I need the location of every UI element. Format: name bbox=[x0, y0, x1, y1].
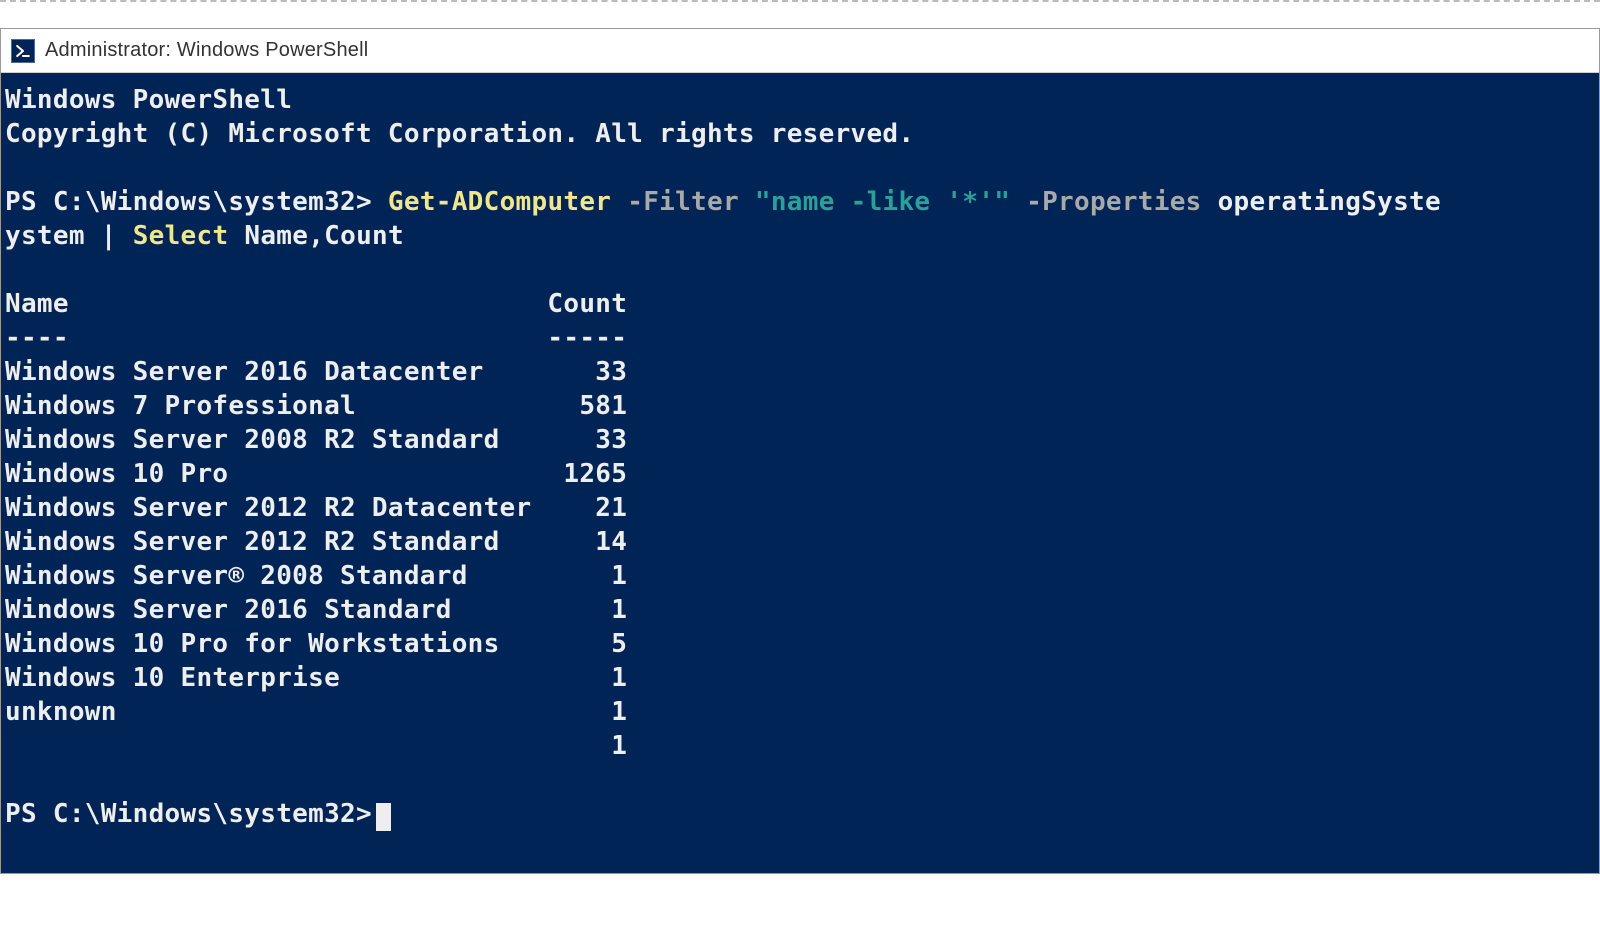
window-title: Administrator: Windows PowerShell bbox=[45, 39, 368, 62]
param-properties-name: -Properties bbox=[1026, 187, 1202, 217]
command-cmdlet: Get-ADComputer bbox=[388, 187, 611, 217]
pipe-operator: | bbox=[101, 221, 117, 251]
banner-line-2: Copyright (C) Microsoft Corporation. All… bbox=[5, 119, 914, 149]
prompt-2: PS C:\Windows\system32> bbox=[5, 799, 372, 829]
output-table-header: Name Count bbox=[5, 289, 627, 319]
output-table-body: Windows Server 2016 Datacenter 33 Window… bbox=[5, 357, 627, 761]
prompt-1: PS C:\Windows\system32> bbox=[5, 187, 372, 217]
param-properties-value: operatingSyste bbox=[1218, 187, 1441, 217]
command-select: Select bbox=[133, 221, 229, 251]
command-line2-prefix: ystem bbox=[5, 221, 85, 251]
banner-line-1: Windows PowerShell bbox=[5, 85, 292, 115]
terminal-output[interactable]: Windows PowerShell Copyright (C) Microso… bbox=[1, 73, 1599, 873]
title-bar[interactable]: Administrator: Windows PowerShell bbox=[1, 29, 1599, 73]
output-table-rule: ---- ----- bbox=[5, 323, 627, 353]
page-top-gutter bbox=[0, 0, 1600, 28]
param-filter-name: -Filter bbox=[627, 187, 739, 217]
command-fields: Name,Count bbox=[244, 221, 404, 251]
cursor bbox=[376, 803, 391, 831]
powershell-window: Administrator: Windows PowerShell Window… bbox=[0, 28, 1600, 874]
powershell-icon bbox=[11, 39, 35, 63]
param-filter-value: "name -like '*'" bbox=[755, 187, 1010, 217]
